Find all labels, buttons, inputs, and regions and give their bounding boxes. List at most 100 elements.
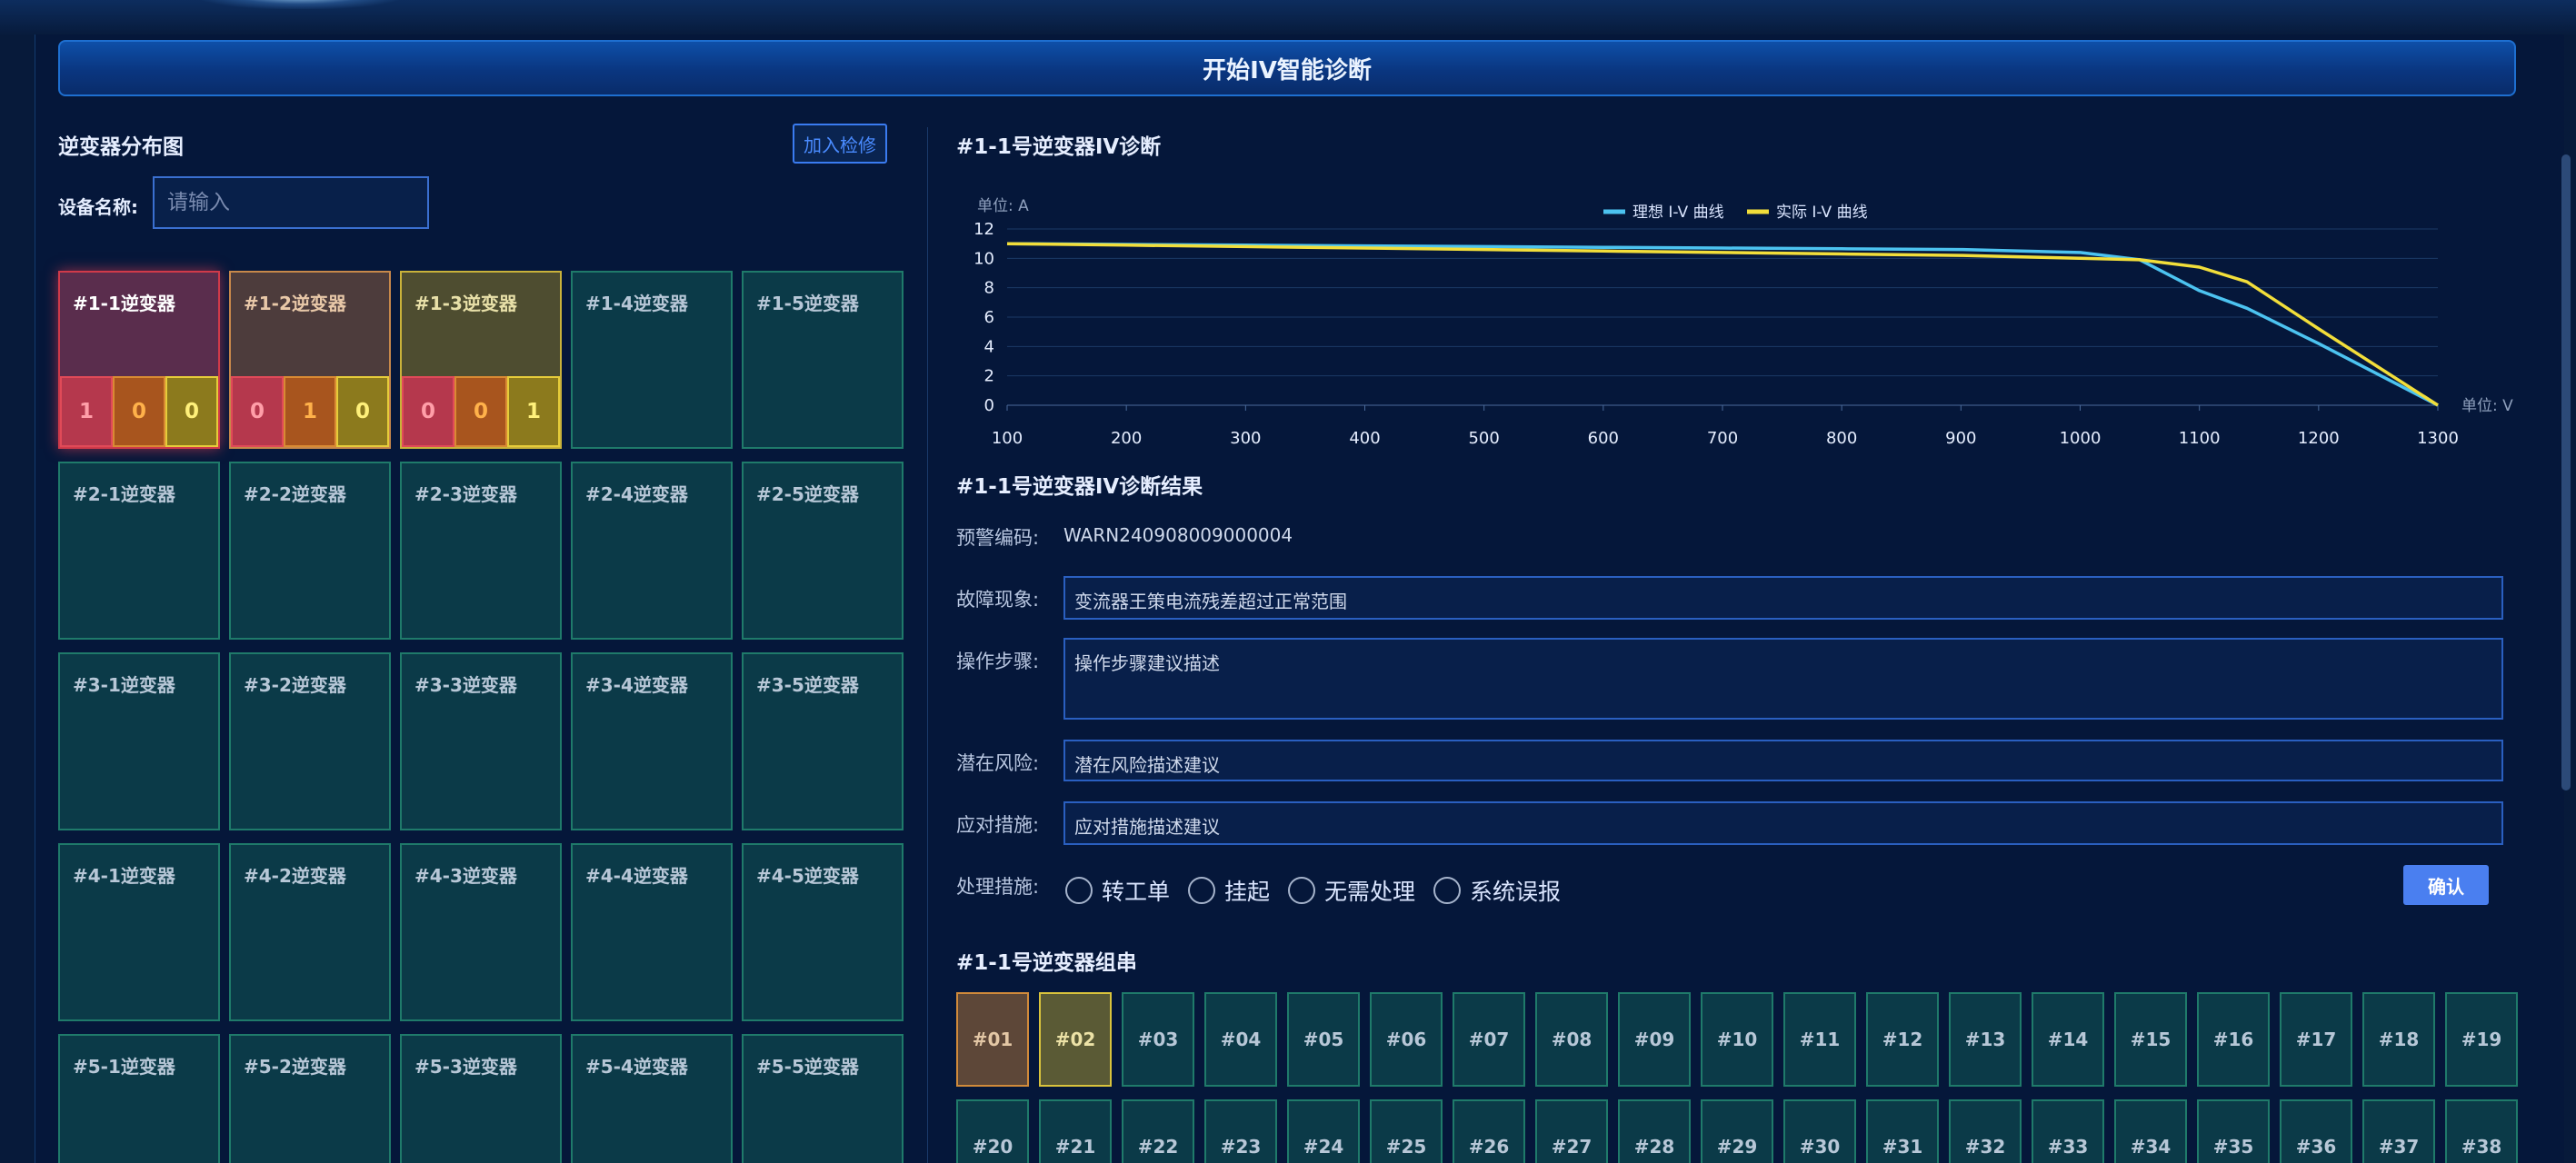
- string-cell[interactable]: #13: [1949, 992, 2022, 1087]
- string-cell[interactable]: #35: [2197, 1099, 2270, 1163]
- alarm-count-critical: 0: [231, 376, 284, 447]
- confirm-button[interactable]: 确认: [2403, 865, 2489, 905]
- inverter-label: #1-1逆变器: [73, 293, 175, 314]
- inverter-cell[interactable]: #4-2逆变器: [229, 843, 391, 1021]
- inverter-cell[interactable]: #2-1逆变器: [58, 462, 220, 640]
- string-cell[interactable]: #18: [2362, 992, 2435, 1087]
- string-cell[interactable]: #38: [2445, 1099, 2518, 1163]
- string-cell[interactable]: #30: [1783, 1099, 1856, 1163]
- inverter-cell[interactable]: #1-2逆变器 0 1 0: [229, 271, 391, 449]
- string-grid: #01 #02 #03 #04 #05 #06 #07 #08 #09 #10 #11 #12 #13 #…: [956, 992, 2518, 1163]
- string-cell[interactable]: #11: [1783, 992, 1856, 1087]
- string-cell[interactable]: #10: [1701, 992, 1773, 1087]
- string-cell[interactable]: #23: [1204, 1099, 1277, 1163]
- string-cell[interactable]: #01: [956, 992, 1029, 1087]
- steps-field[interactable]: 操作步骤建议描述: [1063, 638, 2503, 720]
- inverter-cell[interactable]: #3-5逆变器: [742, 652, 904, 830]
- risk-field[interactable]: 潜在风险描述建议: [1063, 740, 2503, 781]
- inverter-cell[interactable]: #2-4逆变器: [571, 462, 733, 640]
- string-cell[interactable]: #06: [1370, 992, 1443, 1087]
- string-cell[interactable]: #15: [2114, 992, 2187, 1087]
- string-cell[interactable]: #14: [2032, 992, 2104, 1087]
- string-cell[interactable]: #24: [1287, 1099, 1360, 1163]
- radio-label: 无需处理: [1324, 879, 1416, 905]
- inverter-cell[interactable]: #5-5逆变器: [742, 1034, 904, 1163]
- radio-no-action[interactable]: 无需处理: [1288, 874, 1415, 907]
- string-cell[interactable]: #25: [1370, 1099, 1443, 1163]
- alarm-count-critical: 1: [60, 376, 113, 447]
- inverter-cell[interactable]: #2-5逆变器: [742, 462, 904, 640]
- inverter-label: #5-5逆变器: [756, 1056, 859, 1078]
- string-cell[interactable]: #07: [1453, 992, 1525, 1087]
- warning-code-value: WARN240908009000004: [1063, 524, 1293, 546]
- inverter-cell[interactable]: #5-1逆变器: [58, 1034, 220, 1163]
- panel-divider: [927, 127, 928, 1163]
- string-cell[interactable]: #28: [1618, 1099, 1691, 1163]
- inverter-cell[interactable]: #1-1逆变器 1 0 0: [58, 271, 220, 449]
- inverter-label: #5-2逆变器: [244, 1056, 346, 1078]
- string-cell[interactable]: #04: [1204, 992, 1277, 1087]
- diagnosis-title: #1-1号逆变器IV诊断: [956, 135, 1162, 159]
- string-cell[interactable]: #16: [2197, 992, 2270, 1087]
- string-cell[interactable]: #09: [1618, 992, 1691, 1087]
- radio-transfer-order[interactable]: 转工单: [1065, 874, 1170, 907]
- inverter-cell[interactable]: #1-5逆变器: [742, 271, 904, 449]
- string-cell[interactable]: #08: [1535, 992, 1608, 1087]
- inverter-cell[interactable]: #3-3逆变器: [400, 652, 562, 830]
- string-cell[interactable]: #03: [1122, 992, 1194, 1087]
- start-diagnosis-label: 开始IV智能诊断: [1203, 56, 1372, 84]
- inverter-cell[interactable]: #3-2逆变器: [229, 652, 391, 830]
- inverter-cell[interactable]: #4-1逆变器: [58, 843, 220, 1021]
- inverter-cell[interactable]: #5-4逆变器: [571, 1034, 733, 1163]
- string-cell[interactable]: #22: [1122, 1099, 1194, 1163]
- string-cell[interactable]: #34: [2114, 1099, 2187, 1163]
- inverter-cell[interactable]: #2-3逆变器: [400, 462, 562, 640]
- inverter-label: #1-4逆变器: [585, 293, 688, 314]
- device-name-input[interactable]: [153, 176, 429, 229]
- x-tick-label: 1200: [2298, 429, 2340, 448]
- inverter-cell[interactable]: #3-1逆变器: [58, 652, 220, 830]
- inverter-grid: #1-1逆变器 1 0 0 #1-2逆变器 0 1 0 #1-3逆变器 0 0 1 #1-4逆变器 #1-…: [58, 271, 904, 1163]
- string-cell[interactable]: #27: [1535, 1099, 1608, 1163]
- inverter-cell[interactable]: #4-3逆变器: [400, 843, 562, 1021]
- string-cell[interactable]: #31: [1866, 1099, 1939, 1163]
- strings-title: #1-1号逆变器组串: [956, 951, 1137, 975]
- radio-suspend[interactable]: 挂起: [1188, 874, 1270, 907]
- inverter-label: #5-4逆变器: [585, 1056, 688, 1078]
- fault-field[interactable]: 变流器王策电流残差超过正常范围: [1063, 576, 2503, 620]
- string-cell[interactable]: #26: [1453, 1099, 1525, 1163]
- inverter-label: #4-2逆变器: [244, 865, 346, 887]
- string-cell[interactable]: #32: [1949, 1099, 2022, 1163]
- iv-chart: 0 2 4 6 8 10 12 100 200 300 400 500 600 700 800 900 1000…: [973, 197, 2513, 448]
- string-cell[interactable]: #29: [1701, 1099, 1773, 1163]
- string-cell[interactable]: #21: [1039, 1099, 1112, 1163]
- string-cell[interactable]: #05: [1287, 992, 1360, 1087]
- inverter-cell[interactable]: #4-4逆变器: [571, 843, 733, 1021]
- string-cell[interactable]: #17: [2280, 992, 2352, 1087]
- measure-label: 应对措施:: [956, 814, 1040, 836]
- inverter-cell[interactable]: #5-2逆变器: [229, 1034, 391, 1163]
- inverter-cell[interactable]: #5-3逆变器: [400, 1034, 562, 1163]
- scrollbar[interactable]: [2561, 154, 2571, 790]
- string-cell[interactable]: #19: [2445, 992, 2518, 1087]
- alarm-counts: 100: [60, 376, 218, 447]
- x-tick-label: 1100: [2179, 429, 2221, 448]
- start-diagnosis-button[interactable]: 开始IV智能诊断: [58, 40, 2516, 96]
- alarm-count-critical: 0: [402, 376, 454, 447]
- radio-false-alarm[interactable]: 系统误报: [1433, 874, 1561, 907]
- string-cell[interactable]: #36: [2280, 1099, 2352, 1163]
- inverter-cell[interactable]: #1-3逆变器 0 0 1: [400, 271, 562, 449]
- y-tick-label: 4: [984, 337, 994, 356]
- string-cell[interactable]: #33: [2032, 1099, 2104, 1163]
- inverter-cell[interactable]: #4-5逆变器: [742, 843, 904, 1021]
- inverter-cell[interactable]: #2-2逆变器: [229, 462, 391, 640]
- add-repair-button[interactable]: 加入检修: [793, 124, 887, 164]
- inverter-cell[interactable]: #3-4逆变器: [571, 652, 733, 830]
- string-cell[interactable]: #20: [956, 1099, 1029, 1163]
- string-cell[interactable]: #12: [1866, 992, 1939, 1087]
- inverter-cell[interactable]: #1-4逆变器: [571, 271, 733, 449]
- string-cell[interactable]: #02: [1039, 992, 1112, 1087]
- inverter-label: #4-4逆变器: [585, 865, 688, 887]
- measure-field[interactable]: 应对措施描述建议: [1063, 801, 2503, 845]
- string-cell[interactable]: #37: [2362, 1099, 2435, 1163]
